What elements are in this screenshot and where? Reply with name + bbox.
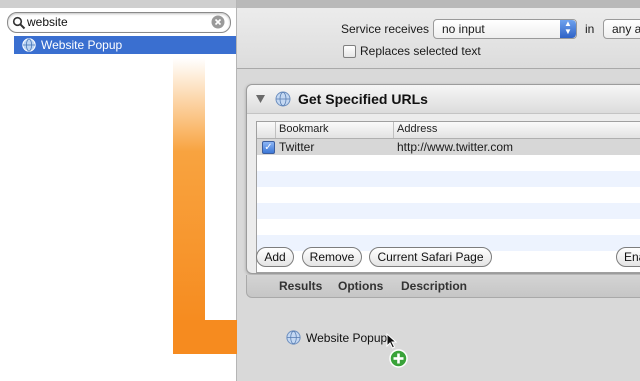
tab-options[interactable]: Options: [338, 279, 383, 293]
mouse-cursor-icon: [386, 333, 398, 349]
application-value: any ap: [612, 22, 640, 36]
column-header-address[interactable]: Address: [397, 123, 437, 135]
disclosure-triangle-icon[interactable]: [256, 95, 265, 103]
table-row-empty: [257, 203, 640, 219]
search-result-label: Website Popup: [41, 38, 123, 52]
add-copy-badge-icon: [389, 349, 408, 368]
replaces-selected-text-checkbox[interactable]: [343, 45, 356, 58]
service-settings-bar: Service receives no input ▲▼ in any ap R…: [237, 8, 640, 69]
popup-stepper-icon: ▲ ▼: [560, 20, 576, 38]
current-safari-page-button[interactable]: Current Safari Page: [369, 247, 492, 267]
dragged-action-label: Website Popup: [306, 331, 388, 345]
action-header: Get Specified URLs: [247, 85, 640, 114]
action-footer: Results Options Description: [246, 275, 640, 298]
table-row-empty: [257, 171, 640, 187]
application-select[interactable]: any ap: [603, 19, 640, 39]
column-divider: [393, 122, 394, 138]
search-input[interactable]: [27, 14, 207, 30]
toolbar-strip: [0, 0, 236, 8]
column-divider: [275, 122, 276, 138]
bookmark-cell: Twitter: [279, 140, 315, 154]
search-field[interactable]: [7, 12, 231, 33]
input-type-value: no input: [442, 22, 485, 36]
add-button[interactable]: Add: [256, 247, 294, 267]
replaces-selected-text-label: Replaces selected text: [360, 44, 481, 58]
service-receives-label: Service receives: [341, 22, 430, 36]
automator-globe-icon: [286, 330, 301, 345]
search-icon: [12, 16, 26, 30]
table-row-empty: [257, 187, 640, 203]
table-header: Bookmark Address: [257, 122, 640, 139]
address-cell: http://www.twitter.com: [397, 140, 514, 154]
table-row-empty: [257, 219, 640, 235]
remove-button[interactable]: Remove: [302, 247, 362, 267]
clear-search-icon[interactable]: [211, 15, 225, 29]
input-type-select[interactable]: no input ▲ ▼: [433, 19, 577, 39]
action-panel: Get Specified URLs Bookmark Address ✓ Tw…: [246, 84, 640, 274]
automator-globe-icon: [275, 91, 291, 107]
tab-results[interactable]: Results: [279, 279, 322, 293]
action-title: Get Specified URLs: [298, 91, 428, 107]
search-result-item[interactable]: Website Popup: [14, 36, 236, 54]
in-label: in: [585, 22, 595, 36]
enable-button[interactable]: Ena: [616, 247, 640, 267]
tab-description[interactable]: Description: [401, 279, 467, 293]
table-row-empty: [257, 155, 640, 171]
column-header-bookmark[interactable]: Bookmark: [279, 123, 329, 135]
toolbar-strip: [237, 0, 640, 8]
table-row[interactable]: ✓ Twitter http://www.twitter.com: [257, 139, 640, 155]
row-enabled-checkbox[interactable]: ✓: [262, 141, 275, 154]
automator-globe-icon: [22, 38, 36, 52]
